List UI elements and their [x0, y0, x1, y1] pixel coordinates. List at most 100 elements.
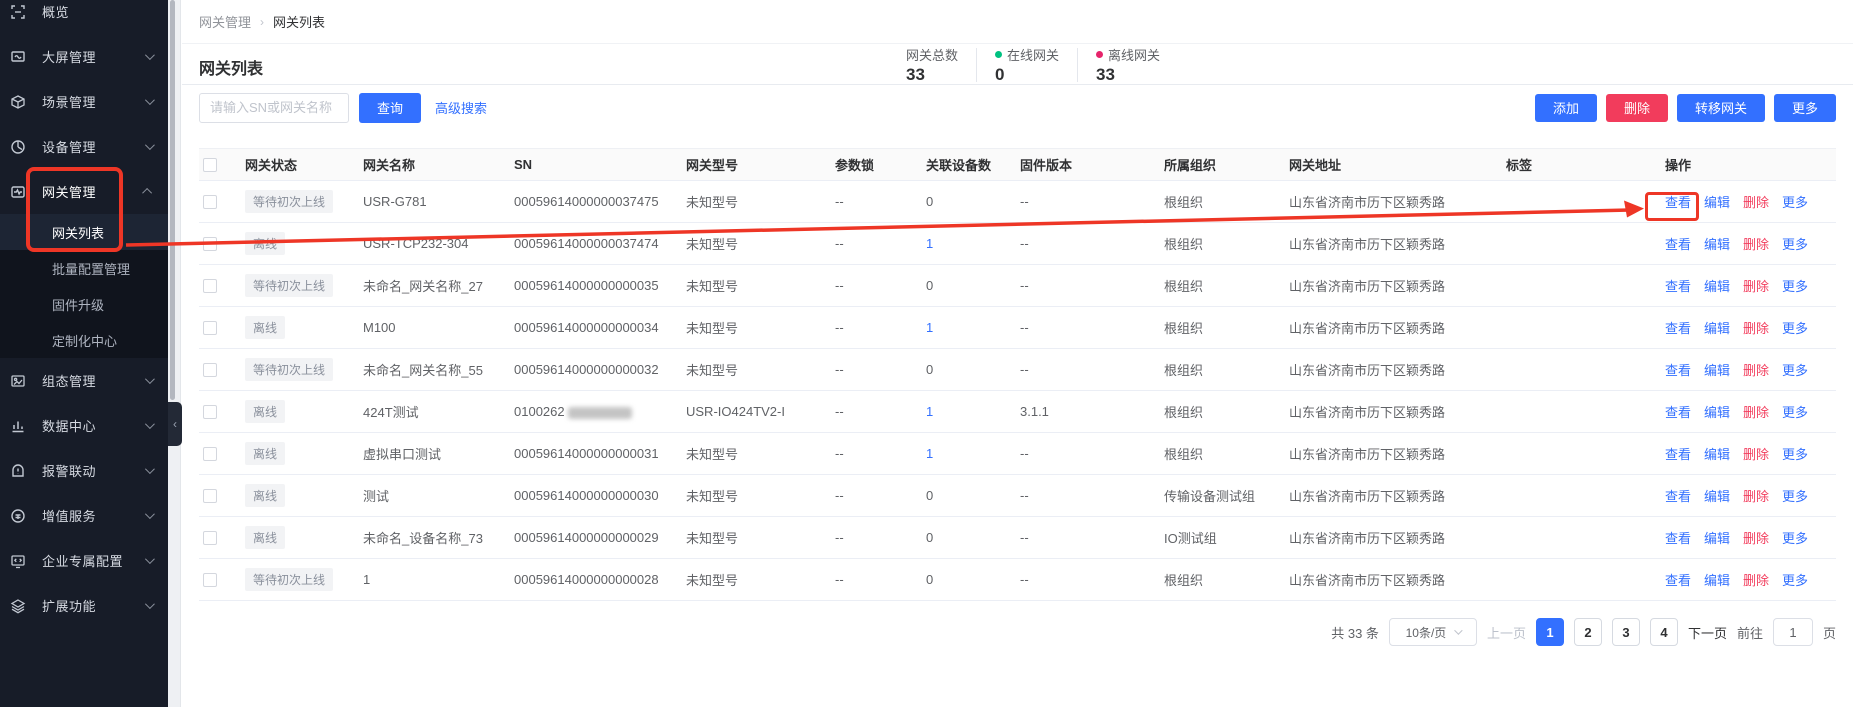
row-checkbox[interactable] [203, 531, 217, 545]
delete-link[interactable]: 删除 [1743, 531, 1769, 546]
sidebar-item-batch-config[interactable]: 批量配置管理 [0, 250, 168, 286]
row-checkbox[interactable] [203, 447, 217, 461]
sidebar-item-topology[interactable]: 组态管理 [0, 358, 168, 403]
more-link[interactable]: 更多 [1782, 447, 1808, 462]
delete-link[interactable]: 删除 [1743, 279, 1769, 294]
more-link[interactable]: 更多 [1782, 531, 1808, 546]
main-content: 网关管理 › 网关列表 网关列表 网关总数 33 在线网关 0 离线网关 33 … [182, 0, 1853, 707]
sidebar-item-datacenter[interactable]: 数据中心 [0, 403, 168, 448]
sidebar-item-vas[interactable]: 增值服务 [0, 493, 168, 538]
more-link[interactable]: 更多 [1782, 405, 1808, 420]
sidebar-item-label: 网关管理 [42, 182, 96, 201]
sidebar-item-bigscreen[interactable]: 大屏管理 [0, 34, 168, 79]
delete-link[interactable]: 删除 [1743, 489, 1769, 504]
edit-link[interactable]: 编辑 [1704, 447, 1730, 462]
edit-link[interactable]: 编辑 [1704, 489, 1730, 504]
view-link[interactable]: 查看 [1665, 321, 1691, 336]
page-number-button[interactable]: 4 [1650, 618, 1678, 646]
delete-link[interactable]: 删除 [1743, 195, 1769, 210]
next-page-button[interactable]: 下一页 [1688, 623, 1727, 642]
delete-link[interactable]: 删除 [1743, 447, 1769, 462]
query-button[interactable]: 查询 [359, 93, 421, 123]
row-checkbox[interactable] [203, 363, 217, 377]
edit-link[interactable]: 编辑 [1704, 237, 1730, 252]
sidebar-item-device[interactable]: 设备管理 [0, 124, 168, 169]
more-link[interactable]: 更多 [1782, 321, 1808, 336]
page-number-button[interactable]: 3 [1612, 618, 1640, 646]
cell-device-count[interactable]: 1 [926, 404, 933, 419]
more-link[interactable]: 更多 [1782, 573, 1808, 588]
more-link[interactable]: 更多 [1782, 279, 1808, 294]
edit-link[interactable]: 编辑 [1704, 321, 1730, 336]
cell-organization: 根组织 [1162, 433, 1287, 475]
sidebar-item-scene[interactable]: 场景管理 [0, 79, 168, 124]
edit-link[interactable]: 编辑 [1704, 279, 1730, 294]
edit-link[interactable]: 编辑 [1704, 531, 1730, 546]
row-checkbox[interactable] [203, 237, 217, 251]
sidebar-item-overview[interactable]: 概览 [0, 0, 168, 34]
add-button[interactable]: 添加 [1535, 94, 1597, 122]
delete-link[interactable]: 删除 [1743, 321, 1769, 336]
gateway-table: 网关状态网关名称SN网关型号参数锁关联设备数固件版本所属组织网关地址标签操作 等… [199, 148, 1836, 601]
more-link[interactable]: 更多 [1782, 489, 1808, 504]
transfer-gateway-button[interactable]: 转移网关 [1677, 94, 1765, 122]
page-size-select[interactable]: 10条/页 [1389, 618, 1477, 646]
row-checkbox[interactable] [203, 489, 217, 503]
row-checkbox[interactable] [203, 573, 217, 587]
cell-gateway-name: 未命名_网关名称_27 [361, 265, 512, 307]
sidebar-item-firmware-upgrade[interactable]: 固件升级 [0, 286, 168, 322]
sidebar-collapse-handle[interactable]: ‹ [168, 402, 182, 446]
more-link[interactable]: 更多 [1782, 195, 1808, 210]
prev-page-button[interactable]: 上一页 [1487, 623, 1526, 642]
view-link[interactable]: 查看 [1665, 405, 1691, 420]
edit-link[interactable]: 编辑 [1704, 405, 1730, 420]
row-checkbox[interactable] [203, 405, 217, 419]
edit-link[interactable]: 编辑 [1704, 573, 1730, 588]
delete-link[interactable]: 删除 [1743, 573, 1769, 588]
row-checkbox[interactable] [203, 195, 217, 209]
more-link[interactable]: 更多 [1782, 363, 1808, 378]
breadcrumb-parent[interactable]: 网关管理 [199, 12, 251, 31]
delete-link[interactable]: 删除 [1743, 237, 1769, 252]
view-link[interactable]: 查看 [1665, 447, 1691, 462]
goto-page-input[interactable] [1773, 618, 1813, 646]
view-link[interactable]: 查看 [1665, 195, 1691, 210]
sidebar-item-enterprise[interactable]: 企业专属配置 [0, 538, 168, 583]
page-number-button[interactable]: 2 [1574, 618, 1602, 646]
row-checkbox[interactable] [203, 321, 217, 335]
delete-link[interactable]: 删除 [1743, 405, 1769, 420]
select-all-checkbox[interactable] [203, 158, 217, 172]
view-link[interactable]: 查看 [1665, 237, 1691, 252]
cell-param-lock: -- [833, 349, 924, 391]
sidebar-item-gateway-list[interactable]: 网关列表 [0, 214, 168, 250]
search-input[interactable] [199, 93, 349, 123]
chevron-down-icon [1454, 626, 1462, 634]
view-link[interactable]: 查看 [1665, 279, 1691, 294]
sidebar-scrollbar-track[interactable] [168, 0, 181, 707]
row-checkbox[interactable] [203, 279, 217, 293]
more-link[interactable]: 更多 [1782, 237, 1808, 252]
view-link[interactable]: 查看 [1665, 573, 1691, 588]
edit-link[interactable]: 编辑 [1704, 363, 1730, 378]
page-number-button[interactable]: 1 [1536, 618, 1564, 646]
sidebar-item-customization-center[interactable]: 定制化中心 [0, 322, 168, 358]
cell-device-count[interactable]: 1 [926, 446, 933, 461]
cell-gateway-name: 测试 [361, 475, 512, 517]
advanced-search-link[interactable]: 高级搜索 [435, 98, 487, 117]
delete-link[interactable]: 删除 [1743, 363, 1769, 378]
cell-device-count[interactable]: 1 [926, 236, 933, 251]
sidebar-scrollbar-thumb[interactable] [170, 0, 175, 400]
view-link[interactable]: 查看 [1665, 363, 1691, 378]
edit-link[interactable]: 编辑 [1704, 195, 1730, 210]
cell-model: USR-IO424TV2-I [684, 391, 833, 433]
sidebar-item-extension[interactable]: 扩展功能 [0, 583, 168, 628]
more-button[interactable]: 更多 [1774, 94, 1836, 122]
stat-total-label: 网关总数 [906, 45, 958, 64]
sidebar-item-alarm[interactable]: 报警联动 [0, 448, 168, 493]
cell-device-count[interactable]: 1 [926, 320, 933, 335]
sidebar-item-gateway[interactable]: 网关管理 [0, 169, 168, 214]
delete-button[interactable]: 删除 [1606, 94, 1668, 122]
view-link[interactable]: 查看 [1665, 489, 1691, 504]
extension-icon [10, 598, 26, 614]
view-link[interactable]: 查看 [1665, 531, 1691, 546]
